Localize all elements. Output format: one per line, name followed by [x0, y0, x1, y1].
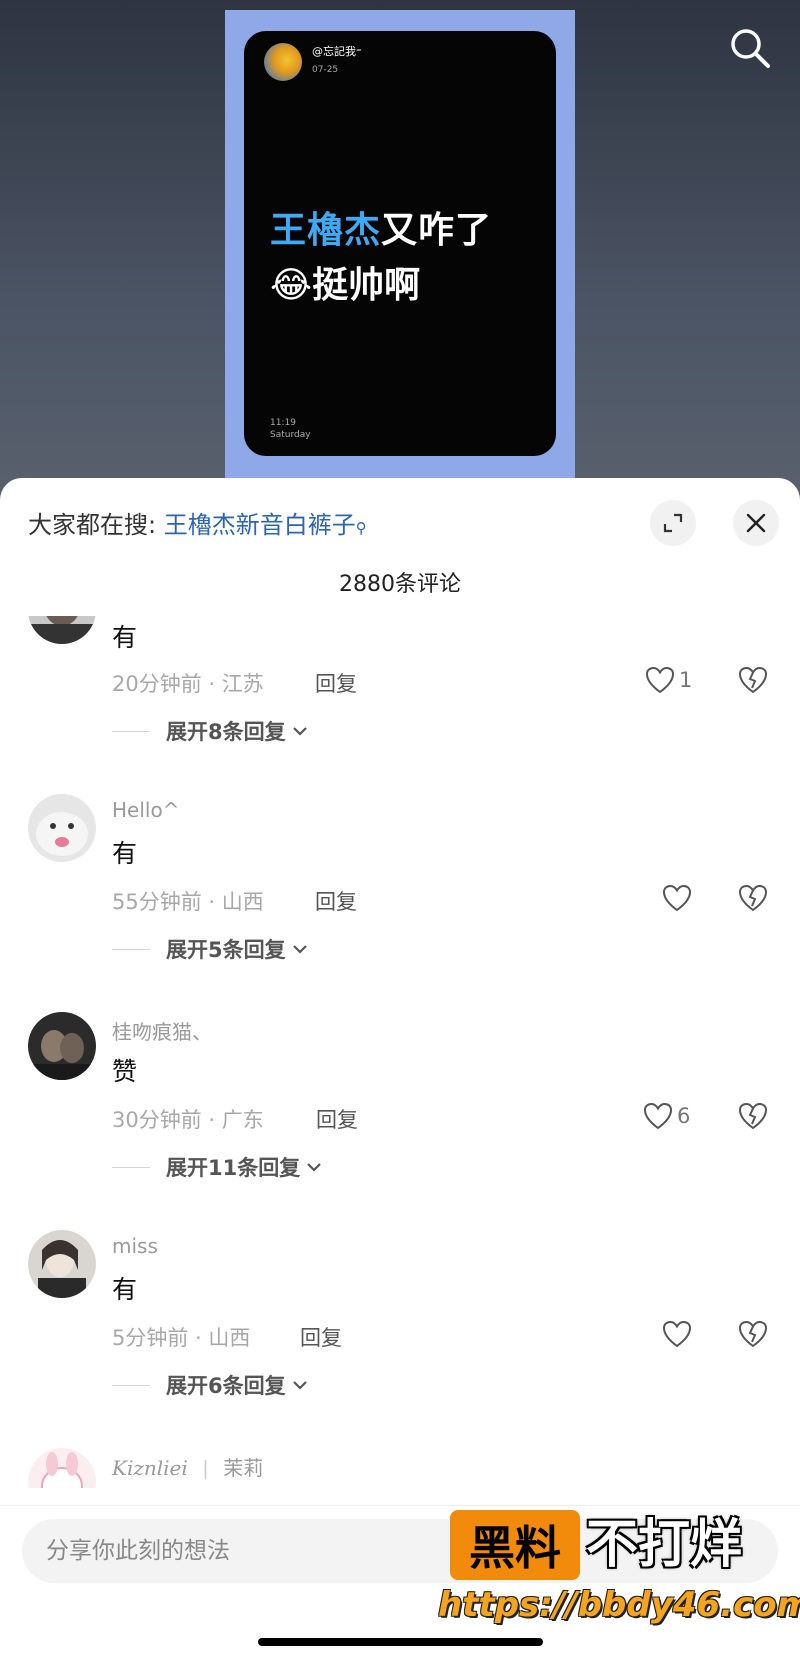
expand-icon — [663, 513, 683, 533]
username-separator: | — [202, 1456, 209, 1480]
comment-username[interactable]: 桂吻痕猫、 — [112, 1016, 212, 1045]
expand-replies-label: 展开11条回复 — [166, 1156, 301, 1180]
reply-button[interactable]: 回复 — [315, 886, 357, 916]
expand-replies[interactable]: 展开8条回复 — [112, 716, 308, 746]
broken-heart-icon — [738, 1102, 768, 1130]
comment-username[interactable]: miss — [112, 1234, 158, 1258]
video-background[interactable]: @忘記我⁼ 07-25 王櫓杰又咋了 😂挺帅啊 11:19 Saturday — [0, 0, 800, 500]
like-count: 6 — [677, 1104, 691, 1128]
chevron-down-icon — [292, 727, 307, 736]
reply-button[interactable]: 回复 — [300, 1322, 342, 1352]
comment-list[interactable]: 有 20分钟前 · 江苏 回复 1 展开8条回复 Hello^ 有 55分钟前 … — [0, 616, 800, 1488]
comment-text: 赞 — [112, 1057, 138, 1086]
comment-sheet: 大家都在搜: 王櫓杰新音白裤子⚲ 2880条评论 有 20分钟前 · 江苏 回复… — [0, 478, 800, 1656]
comment-username[interactable]: Kiznliei | 茉莉 — [112, 1452, 263, 1481]
comment-item: Hello^ 有 55分钟前 · 山西 回复 展开5条回复 — [0, 794, 800, 1012]
reply-button[interactable]: 回复 — [315, 668, 357, 698]
username-main: Kiznliei — [112, 1456, 188, 1480]
search-icon — [731, 29, 770, 68]
heart-icon — [645, 666, 675, 694]
dislike-button[interactable] — [738, 884, 768, 916]
broken-heart-icon — [738, 884, 768, 912]
comment-meta: 5分钟前 · 山西 — [112, 1326, 251, 1350]
caption-line2-text: 挺帅啊 — [312, 265, 421, 306]
comment-text: 有 — [112, 1275, 138, 1304]
dislike-button[interactable] — [738, 666, 768, 698]
hot-search-bar[interactable]: 大家都在搜: 王櫓杰新音白裤子⚲ — [28, 505, 367, 540]
avatar[interactable] — [28, 794, 96, 862]
divider — [112, 1384, 150, 1386]
broken-heart-icon — [738, 666, 768, 694]
comment-item: 有 20分钟前 · 江苏 回复 1 展开8条回复 — [0, 616, 800, 794]
like-count: 1 — [679, 668, 693, 692]
watermark-badge: 黑料 — [450, 1510, 580, 1580]
video-caption-line1: 王櫓杰又咋了 — [270, 201, 492, 253]
avatar[interactable] — [28, 1230, 96, 1298]
comment-meta: 55分钟前 · 山西 — [112, 890, 264, 914]
comment-item: Kiznliei | 茉莉 — [0, 1448, 800, 1488]
chevron-down-icon — [292, 1381, 307, 1390]
chevron-down-icon — [292, 945, 307, 954]
small-search-icon: ⚲ — [355, 519, 367, 537]
video-card: @忘記我⁼ 07-25 王櫓杰又咋了 😂挺帅啊 11:19 Saturday — [244, 31, 556, 456]
expand-replies-label: 展开8条回复 — [166, 720, 286, 744]
heart-icon — [662, 884, 692, 912]
poster-username: @忘記我⁼ — [312, 45, 362, 58]
poster-date: 07-25 — [312, 65, 339, 75]
comment-item: miss 有 5分钟前 · 山西 回复 展开6条回复 — [0, 1230, 800, 1448]
avatar[interactable] — [28, 1448, 96, 1488]
like-button[interactable] — [662, 1320, 692, 1348]
card-time: 11:19 — [270, 418, 296, 428]
card-timestamp: 11:19 Saturday — [270, 417, 311, 441]
video-caption-line2: 😂挺帅啊 — [270, 256, 420, 308]
divider — [112, 1166, 150, 1168]
comment-item: 桂吻痕猫、 赞 30分钟前 · 广东 回复 6 展开11条回复 — [0, 1012, 800, 1230]
heart-icon — [643, 1102, 673, 1130]
hot-search-label: 大家都在搜: — [28, 511, 157, 539]
dislike-button[interactable] — [738, 1320, 768, 1352]
comment-text: 有 — [112, 623, 138, 652]
comment-username[interactable]: Hello^ — [112, 798, 179, 822]
caption-highlight: 王櫓杰 — [270, 210, 382, 251]
expand-replies[interactable]: 展开11条回复 — [112, 1152, 322, 1182]
expand-replies-label: 展开5条回复 — [166, 938, 286, 962]
expand-button[interactable] — [650, 500, 696, 546]
username-extra: 茉莉 — [223, 1456, 264, 1480]
broken-heart-icon — [738, 1320, 768, 1348]
hot-search-link[interactable]: 王櫓杰新音白裤子 — [164, 511, 356, 539]
comment-meta: 30分钟前 · 广东 — [112, 1108, 264, 1132]
comment-meta: 20分钟前 · 江苏 — [112, 672, 264, 696]
watermark-url: https://bbdy46.com — [438, 1585, 800, 1625]
dislike-button[interactable] — [738, 1102, 768, 1134]
like-button[interactable]: 1 — [645, 666, 692, 694]
close-button[interactable] — [733, 500, 779, 546]
avatar[interactable] — [28, 1012, 96, 1080]
home-indicator — [258, 1638, 543, 1646]
expand-replies-label: 展开6条回复 — [166, 1374, 286, 1398]
chevron-down-icon — [307, 1163, 322, 1172]
laughing-emoji-icon: 😂 — [270, 265, 313, 306]
heart-icon — [662, 1320, 692, 1348]
card-weekday: Saturday — [270, 430, 311, 440]
expand-replies[interactable]: 展开5条回复 — [112, 934, 308, 964]
expand-replies[interactable]: 展开6条回复 — [112, 1370, 308, 1400]
comment-text: 有 — [112, 839, 138, 868]
close-icon — [746, 513, 766, 533]
divider — [112, 948, 150, 950]
search-button[interactable] — [728, 26, 772, 70]
avatar[interactable] — [28, 616, 96, 644]
poster-avatar — [264, 43, 302, 81]
like-button[interactable]: 6 — [643, 1102, 690, 1130]
caption-rest: 又咋了 — [381, 210, 493, 251]
like-button[interactable] — [662, 884, 692, 912]
reply-button[interactable]: 回复 — [316, 1104, 358, 1134]
watermark-text: 不打烊 — [586, 1515, 743, 1575]
divider — [112, 730, 150, 732]
comment-count: 2880条评论 — [339, 572, 461, 597]
